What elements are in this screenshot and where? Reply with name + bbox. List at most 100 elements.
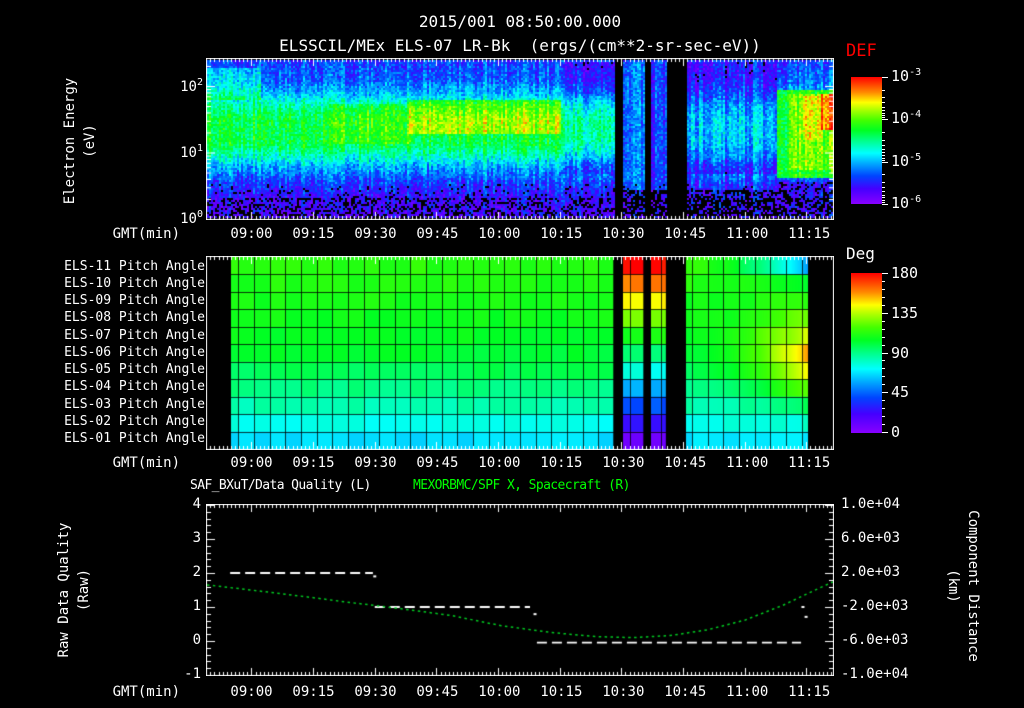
colorbar-tick: [882, 174, 885, 175]
pitch-row-label: ELS-08 Pitch Angle: [64, 310, 205, 326]
colorbar-tick: [882, 195, 885, 196]
distance-tick-label: -1.0e+04: [841, 666, 909, 682]
time-tick-label: 09:00: [230, 684, 273, 700]
colorbar-tick: [882, 392, 888, 393]
spectrogram-y-axis-label: Electron Energy (eV): [60, 21, 100, 261]
time-tick-label: 10:30: [602, 684, 645, 700]
colorbar-tick: [882, 132, 885, 133]
colorbar-tick: [882, 297, 885, 298]
time-tick-label: 11:15: [788, 684, 831, 700]
colorbar-tick: [882, 107, 885, 108]
colorbar-tick: [882, 360, 885, 361]
colorbar-tick: [882, 321, 885, 322]
colorbar-tick: [882, 155, 885, 156]
time-tick-label: 10:45: [664, 226, 707, 242]
pitch-row-label: ELS-07 Pitch Angle: [64, 327, 205, 343]
colorbar-tick: [882, 162, 888, 163]
colorbar-tick: [882, 273, 888, 274]
deg-colorbar-title: Deg: [846, 244, 875, 263]
time-tick-label: 10:45: [664, 684, 707, 700]
page-title-source: ELSSCIL/MEx ELS-07 LR-Bk (ergs/(cm**2-sr…: [279, 36, 761, 55]
time-tick-label: 11:00: [726, 684, 769, 700]
spectrogram-y-axis-label-line1: Electron Energy: [62, 77, 78, 205]
time-tick-label: 10:00: [478, 226, 521, 242]
deg-colorbar: [851, 273, 882, 433]
time-tick-label: 10:00: [478, 455, 521, 471]
time-tick-label: 11:15: [788, 455, 831, 471]
time-tick-label: 10:15: [540, 455, 583, 471]
colorbar-tick: [882, 90, 885, 91]
distance-tick-label: -2.0e+03: [841, 598, 909, 614]
colorbar-tick: [882, 384, 885, 385]
colorbar-tick: [882, 424, 885, 425]
electron-energy-spectrogram: [206, 58, 834, 220]
colorbar-tick: [882, 329, 885, 330]
distance-y-axis-label-line1: Component Distance: [965, 510, 981, 662]
colorbar-tick: [882, 200, 885, 201]
colorbar-tick: [882, 202, 885, 203]
def-colorbar: [851, 77, 882, 204]
colorbar-tick: [882, 305, 885, 306]
time-tick-label: 11:00: [726, 455, 769, 471]
energy-tick-label: 102: [180, 77, 203, 95]
gmt-axis-label-1: GMT(min): [112, 226, 180, 242]
colorbar-tick: [882, 313, 888, 314]
time-tick-label: 09:30: [354, 684, 397, 700]
deg-colorbar-tick-label: 135: [891, 303, 919, 322]
spectrogram-y-axis-label-line2: (eV): [82, 124, 98, 158]
quality-tick-label: 3: [192, 530, 201, 546]
pitch-row-label: ELS-01 Pitch Angle: [64, 431, 205, 447]
bottom-left-series-title: SAF_BXuT/Data Quality (L): [190, 478, 371, 493]
def-colorbar-title: DEF: [846, 41, 877, 61]
colorbar-tick: [882, 197, 885, 198]
colorbar-tick: [882, 289, 885, 290]
pitch-row-label: ELS-06 Pitch Angle: [64, 344, 205, 360]
time-tick-label: 10:45: [664, 455, 707, 471]
quality-y-axis-label-line1: Raw Data Quality: [56, 522, 72, 658]
colorbar-tick: [882, 77, 888, 78]
distance-tick-label: -6.0e+03: [841, 632, 909, 648]
colorbar-tick: [882, 145, 885, 146]
colorbar-tick: [882, 191, 885, 192]
quality-y-axis-label: Raw Data Quality (Raw): [54, 480, 94, 700]
def-colorbar-tick-label: 10-5: [891, 151, 922, 170]
colorbar-tick: [882, 110, 885, 111]
quality-y-axis-label-line2: (Raw): [76, 568, 92, 612]
time-tick-label: 09:45: [416, 455, 459, 471]
time-tick-label: 09:15: [292, 455, 335, 471]
time-tick-label: 10:00: [478, 684, 521, 700]
quality-tick-label: 2: [192, 564, 201, 580]
time-tick-label: 09:45: [416, 226, 459, 242]
def-colorbar-tick-label: 10-4: [891, 109, 922, 128]
def-colorbar-tick-label: 10-3: [891, 67, 922, 85]
colorbar-tick: [882, 376, 885, 377]
colorbar-tick: [882, 149, 885, 150]
colorbar-tick: [882, 408, 885, 409]
bottom-right-series-title: MEXORBMC/SPF X, Spacecraft (R): [413, 478, 630, 493]
plot-page: 2015/001 08:50:00.000 ELSSCIL/MEx ELS-07…: [0, 0, 1024, 708]
page-title-datetime: 2015/001 08:50:00.000: [418, 12, 622, 31]
deg-colorbar-tick-label: 45: [891, 383, 910, 402]
colorbar-tick: [882, 113, 885, 114]
colorbar-tick: [882, 345, 885, 346]
time-tick-label: 09:30: [354, 455, 397, 471]
colorbar-tick: [882, 337, 885, 338]
pitch-row-label: ELS-04 Pitch Angle: [64, 379, 205, 395]
colorbar-tick: [882, 353, 888, 354]
quality-tick-label: 0: [192, 632, 201, 648]
deg-colorbar-tick-label: 90: [891, 343, 910, 362]
deg-colorbar-tick-label: 180: [891, 264, 919, 282]
colorbar-tick: [882, 140, 885, 141]
distance-tick-label: 6.0e+03: [841, 530, 901, 546]
time-tick-label: 09:45: [416, 684, 459, 700]
colorbar-tick: [882, 152, 885, 153]
quality-tick-label: 1: [192, 598, 201, 614]
colorbar-tick: [882, 119, 888, 120]
colorbar-tick: [882, 368, 885, 369]
gmt-axis-label-2: GMT(min): [112, 455, 180, 471]
energy-tick-label: 101: [180, 143, 203, 161]
deg-colorbar-tick-label: 0: [891, 423, 901, 441]
time-tick-label: 09:00: [230, 455, 273, 471]
time-tick-label: 10:15: [540, 684, 583, 700]
colorbar-tick: [882, 117, 885, 118]
